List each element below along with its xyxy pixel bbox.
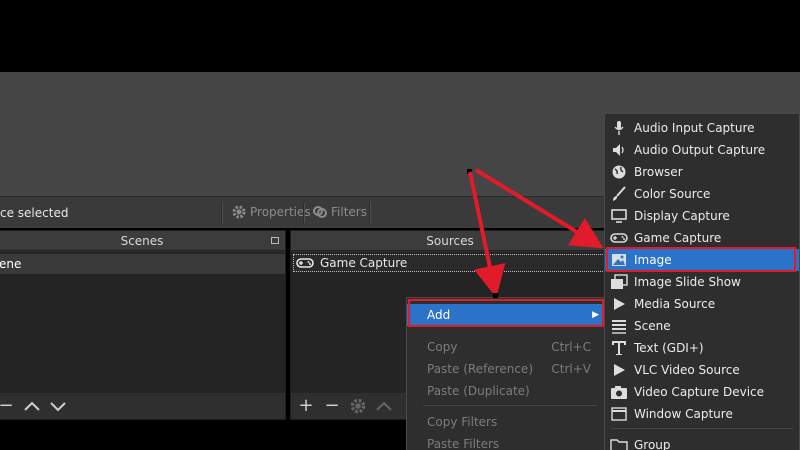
menu-item-label: Window Capture xyxy=(634,407,733,421)
menu-item-window-capture[interactable]: Window Capture xyxy=(605,403,799,425)
scenes-dock: Scenes ene − xyxy=(0,230,286,420)
camera-icon xyxy=(611,386,627,399)
gear-icon xyxy=(232,205,246,219)
menu-item-group[interactable]: Group xyxy=(605,434,799,450)
scenes-list[interactable]: ene xyxy=(0,252,285,393)
menu-item-label: Game Capture xyxy=(634,231,722,245)
play-icon xyxy=(614,298,625,310)
menu-item-label: Scene xyxy=(634,319,671,333)
menu-shortcut: Ctrl+V xyxy=(551,362,591,376)
gamepad-icon xyxy=(296,258,314,268)
remove-source-icon[interactable]: − xyxy=(323,397,341,415)
slideshow-icon xyxy=(611,274,628,289)
undock-icon[interactable] xyxy=(271,237,279,244)
menu-item-label: Color Source xyxy=(634,187,711,201)
menu-item-paste-filters[interactable]: Paste Filters xyxy=(407,433,605,450)
remove-scene-icon[interactable]: − xyxy=(0,397,15,415)
gear-icon[interactable] xyxy=(349,397,367,415)
menu-item-browser[interactable]: Browser xyxy=(605,161,799,183)
menu-item-display-capture[interactable]: Display Capture xyxy=(605,205,799,227)
menu-item-label: Image Slide Show xyxy=(634,275,741,289)
speaker-icon xyxy=(613,144,624,156)
scenes-title: Scenes xyxy=(0,231,285,251)
menu-item-add[interactable]: Add ▶ xyxy=(407,304,605,326)
menu-item-vlc-video-source[interactable]: VLC Video Source xyxy=(605,359,799,381)
menu-item-audio-output-capture[interactable]: Audio Output Capture xyxy=(605,139,799,161)
filters-label: Filters xyxy=(331,205,367,219)
submenu-arrow-icon: ▶ xyxy=(592,310,599,320)
toolbar-separator xyxy=(221,203,223,223)
microphone-icon xyxy=(614,121,624,135)
text-icon xyxy=(612,341,626,355)
list-item[interactable]: ene xyxy=(0,254,285,274)
gamepad-icon xyxy=(610,233,628,243)
menu-item-label: Audio Output Capture xyxy=(634,143,766,157)
menu-divider xyxy=(611,428,793,429)
move-down-icon[interactable] xyxy=(49,399,67,413)
menu-item-label: Paste Filters xyxy=(427,437,500,450)
folder-icon xyxy=(610,439,628,450)
menu-item-copy[interactable]: Copy Ctrl+C xyxy=(407,336,605,358)
window-icon xyxy=(611,407,627,421)
add-source-icon[interactable]: + xyxy=(297,397,315,415)
menu-item-label: Image xyxy=(634,253,672,267)
menu-item-label: Copy xyxy=(427,340,458,354)
play-icon xyxy=(614,364,625,376)
toolbar-separator xyxy=(303,203,305,223)
sources-title: Sources xyxy=(291,231,609,251)
source-context-menu: Add ▶ Copy Ctrl+C Paste (Reference) Ctrl… xyxy=(406,297,606,450)
list-icon xyxy=(612,320,626,334)
menu-item-label: Display Capture xyxy=(634,209,730,223)
menu-item-label: Text (GDI+) xyxy=(634,341,704,355)
paint-brush-icon xyxy=(613,186,626,201)
properties-button[interactable]: Properties xyxy=(231,204,311,220)
move-up-icon[interactable] xyxy=(375,399,393,413)
menu-item-label: Paste (Reference) xyxy=(427,362,533,376)
menu-item-label: Group xyxy=(634,438,671,450)
menu-item-label: Media Source xyxy=(634,297,716,311)
image-icon xyxy=(612,254,626,266)
list-item[interactable]: Game Capture xyxy=(293,254,607,272)
move-up-icon[interactable] xyxy=(23,399,41,413)
menu-item-paste-reference[interactable]: Paste (Reference) Ctrl+V xyxy=(407,358,605,380)
menu-item-image[interactable]: Image xyxy=(605,249,799,271)
menu-item-label: Video Capture Device xyxy=(634,385,765,399)
toolbar-separator xyxy=(369,203,371,223)
menu-divider xyxy=(423,405,597,406)
menu-item-label: Paste (Duplicate) xyxy=(427,384,530,398)
preview-top-bar xyxy=(0,0,800,72)
scenes-title-label: Scenes xyxy=(120,234,164,248)
menu-item-scene[interactable]: Scene xyxy=(605,315,799,337)
menu-item-paste-duplicate[interactable]: Paste (Duplicate) xyxy=(407,380,605,402)
globe-icon xyxy=(612,165,626,179)
filters-button[interactable]: Filters xyxy=(312,204,367,220)
menu-item-label: Add xyxy=(427,308,451,322)
menu-item-label: Audio Input Capture xyxy=(634,121,755,135)
scenes-footer: − xyxy=(0,393,285,419)
menu-item-label: Copy Filters xyxy=(427,415,498,429)
scene-name: ene xyxy=(0,257,22,271)
menu-shortcut: Ctrl+C xyxy=(551,340,591,354)
menu-item-video-capture-device[interactable]: Video Capture Device xyxy=(605,381,799,403)
menu-item-audio-input-capture[interactable]: Audio Input Capture xyxy=(605,117,799,139)
monitor-icon xyxy=(611,209,627,223)
menu-item-media-source[interactable]: Media Source xyxy=(605,293,799,315)
sources-title-label: Sources xyxy=(426,234,474,248)
add-source-submenu: Audio Input Capture Audio Output Capture… xyxy=(604,113,800,450)
menu-item-label: VLC Video Source xyxy=(634,363,740,377)
filter-icon xyxy=(313,206,327,218)
menu-item-label: Browser xyxy=(634,165,683,179)
menu-item-color-source[interactable]: Color Source xyxy=(605,183,799,205)
menu-item-text-gdi[interactable]: Text (GDI+) xyxy=(605,337,799,359)
source-name: Game Capture xyxy=(320,256,408,270)
menu-item-image-slide-show[interactable]: Image Slide Show xyxy=(605,271,799,293)
properties-label: Properties xyxy=(250,205,311,219)
menu-item-game-capture[interactable]: Game Capture xyxy=(605,227,799,249)
selection-status: ce selected xyxy=(0,206,69,220)
menu-item-copy-filters[interactable]: Copy Filters xyxy=(407,411,605,433)
